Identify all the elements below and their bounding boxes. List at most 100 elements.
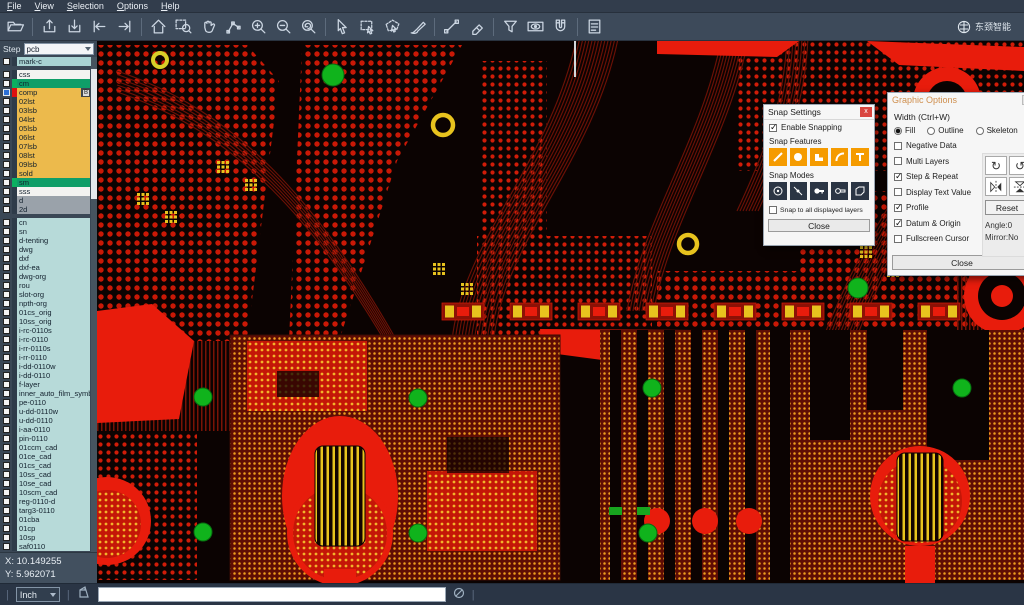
- width-radio-skeleton[interactable]: Skeleton: [976, 126, 1018, 135]
- layer-visibility-checkbox[interactable]: [3, 255, 10, 262]
- layer-row[interactable]: 10sp: [2, 533, 90, 542]
- layer-visibility-checkbox[interactable]: [3, 498, 10, 505]
- layer-name[interactable]: 2d: [17, 205, 90, 214]
- layer-row[interactable]: css: [2, 70, 90, 79]
- layer-row[interactable]: i-dd-0110w: [2, 362, 90, 371]
- layer-visibility-checkbox[interactable]: [3, 228, 10, 235]
- radio-icon[interactable]: [894, 127, 902, 135]
- checkbox-icon[interactable]: [894, 204, 902, 212]
- layer-row[interactable]: u-dd-0110w: [2, 407, 90, 416]
- width-radio-fill[interactable]: Fill: [894, 126, 915, 135]
- layer-row[interactable]: i-rc-0110: [2, 335, 90, 344]
- layer-visibility-checkbox[interactable]: [3, 58, 10, 65]
- layer-row[interactable]: pe-0110: [2, 398, 90, 407]
- layer-visibility-checkbox[interactable]: [3, 462, 10, 469]
- layer-row[interactable]: sss: [2, 187, 90, 196]
- layer-visibility-checkbox[interactable]: [3, 134, 10, 141]
- layer-row[interactable]: 05lsb: [2, 124, 90, 133]
- menu-item-help[interactable]: Help: [161, 1, 180, 11]
- layer-visibility-checkbox[interactable]: [3, 480, 10, 487]
- layer-visibility-checkbox[interactable]: [3, 543, 10, 550]
- layer-row[interactable]: u-dd-0110: [2, 416, 90, 425]
- layer-visibility-checkbox[interactable]: [3, 309, 10, 316]
- layer-name[interactable]: 01ccm_cad: [17, 443, 90, 452]
- layer-name[interactable]: sold: [17, 169, 90, 178]
- radio-icon[interactable]: [976, 127, 984, 135]
- layer-row[interactable]: 01cba: [2, 515, 90, 524]
- eraser-icon[interactable]: [464, 15, 489, 39]
- layer-visibility-checkbox[interactable]: [3, 525, 10, 532]
- layer-name[interactable]: 10ss_orig: [17, 317, 90, 326]
- line-snap-icon[interactable]: [769, 148, 787, 166]
- layer-visibility-checkbox[interactable]: [3, 390, 10, 397]
- layer-visibility-checkbox[interactable]: [3, 246, 10, 253]
- layer-visibility-checkbox[interactable]: [3, 170, 10, 177]
- zoom-previous-icon[interactable]: [296, 15, 321, 39]
- zoom-in-icon[interactable]: [246, 15, 271, 39]
- layer-name[interactable]: 01cs_orig: [17, 308, 90, 317]
- layer-visibility-checkbox[interactable]: [3, 152, 10, 159]
- layer-name[interactable]: dxf: [17, 254, 90, 263]
- select-arrow-icon[interactable]: [330, 15, 355, 39]
- contour-mode-icon[interactable]: [851, 182, 869, 200]
- checkbox-icon[interactable]: [894, 157, 902, 165]
- graphic-close-button[interactable]: Close: [892, 255, 1024, 270]
- layer-visibility-checkbox[interactable]: [3, 80, 10, 87]
- layer-row[interactable]: npth-org: [2, 299, 90, 308]
- layer-visibility-checkbox[interactable]: [3, 354, 10, 361]
- layer-name[interactable]: 01cs_cad: [17, 461, 90, 470]
- layer-name[interactable]: css: [17, 70, 90, 79]
- pan-hand-icon[interactable]: [196, 15, 221, 39]
- layer-name[interactable]: dxf-ea: [17, 263, 90, 272]
- layer-name[interactable]: cm: [17, 79, 90, 88]
- graphic-checkbox-datum-origin[interactable]: Datum & Origin: [894, 219, 982, 228]
- menu-item-file[interactable]: File: [7, 1, 22, 11]
- layer-row[interactable]: 01cs_cad: [2, 461, 90, 470]
- layer-name[interactable]: 01ce_cad: [17, 452, 90, 461]
- layer-visibility-checkbox[interactable]: [3, 399, 10, 406]
- key-outline-mode-icon[interactable]: [831, 182, 849, 200]
- layer-row[interactable]: targ3-0110: [2, 506, 90, 515]
- layer-visibility-checkbox[interactable]: [3, 444, 10, 451]
- pcb-canvas[interactable]: Snap Settings x Enable Snapping Snap Fea…: [97, 41, 1024, 583]
- layer-visibility-checkbox[interactable]: [3, 98, 10, 105]
- layer-name[interactable]: 01cba: [17, 515, 90, 524]
- reset-button[interactable]: Reset: [985, 200, 1024, 215]
- layer-visibility-checkbox[interactable]: [3, 219, 10, 226]
- layer-visibility-checkbox[interactable]: [3, 237, 10, 244]
- enable-snapping-checkbox[interactable]: Enable Snapping: [769, 123, 869, 132]
- layer-visibility-checkbox[interactable]: [3, 179, 10, 186]
- layer-name[interactable]: d: [17, 196, 90, 205]
- layer-row[interactable]: saf0110: [2, 542, 90, 551]
- layer-name[interactable]: f-layer: [17, 380, 90, 389]
- checkbox-icon[interactable]: [894, 219, 902, 227]
- layer-row[interactable]: 03lsb: [2, 106, 90, 115]
- line-mode-icon[interactable]: [790, 182, 808, 200]
- layer-name[interactable]: cn: [17, 218, 90, 227]
- layer-visibility-checkbox[interactable]: [3, 125, 10, 132]
- home-icon[interactable]: [146, 15, 171, 39]
- checkbox-icon[interactable]: [769, 124, 777, 132]
- layer-name[interactable]: i-rr-0110s: [17, 344, 90, 353]
- layer-name[interactable]: 04lst: [17, 115, 90, 124]
- layer-name[interactable]: sss: [17, 187, 90, 196]
- layer-row[interactable]: d: [2, 196, 90, 205]
- layer-visibility-checkbox[interactable]: [3, 273, 10, 280]
- layer-visibility-checkbox[interactable]: [3, 516, 10, 523]
- text-snap-icon[interactable]: [851, 148, 869, 166]
- circle-slash-icon[interactable]: [453, 586, 465, 604]
- layer-name[interactable]: mark-c: [17, 57, 96, 66]
- step-select[interactable]: pcb: [24, 43, 95, 55]
- center-mode-icon[interactable]: [769, 182, 787, 200]
- layer-visibility-checkbox[interactable]: [3, 282, 10, 289]
- layer-name[interactable]: sm: [17, 178, 90, 187]
- layer-row[interactable]: rou: [2, 281, 90, 290]
- layer-row[interactable]: cn: [2, 218, 90, 227]
- menu-item-view[interactable]: View: [35, 1, 54, 11]
- layer-name[interactable]: 09lsb: [17, 160, 90, 169]
- select-polygon-icon[interactable]: [380, 15, 405, 39]
- menu-item-options[interactable]: Options: [117, 1, 148, 11]
- layer-name[interactable]: 10se_cad: [17, 479, 90, 488]
- layer-row[interactable]: d-tenting: [2, 236, 90, 245]
- layer-name[interactable]: 05lsb: [17, 124, 90, 133]
